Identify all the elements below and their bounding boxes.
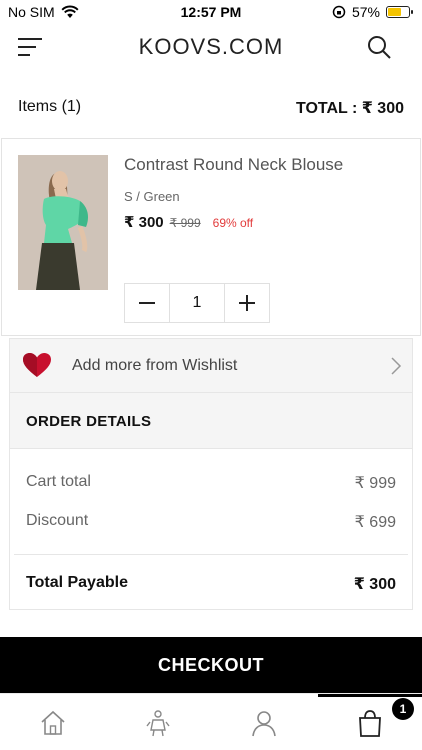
active-tab-indicator — [318, 694, 422, 697]
divider — [14, 554, 408, 555]
add-from-wishlist-row[interactable]: Add more from Wishlist — [9, 338, 413, 392]
profile-icon[interactable] — [249, 708, 279, 738]
order-row-cart-total: Cart total ₹ 999 — [26, 473, 396, 492]
wishlist-label: Add more from Wishlist — [72, 357, 238, 374]
cart-summary: Items (1) TOTAL : ₹ 300 — [0, 92, 422, 122]
product-mrp: ₹ 999 — [169, 216, 201, 230]
status-right: 57% — [332, 4, 413, 20]
status-bar: No SIM 12:57 PM 57% — [0, 0, 422, 24]
bottom-nav — [0, 693, 422, 750]
orientation-lock-icon — [332, 5, 346, 19]
order-details-title: ORDER DETAILS — [10, 393, 412, 449]
bag-icon[interactable] — [355, 708, 385, 738]
home-icon[interactable] — [38, 708, 68, 738]
minus-icon — [139, 302, 155, 304]
order-row-label: Cart total — [26, 473, 91, 490]
brand-logo[interactable]: KOOVS.COM — [0, 34, 422, 60]
product-price: ₹ 300 — [124, 214, 164, 231]
battery-percent: 57% — [351, 4, 380, 20]
order-row-value: ₹ 999 — [354, 475, 396, 492]
product-image[interactable] — [18, 155, 108, 290]
total-payable-row: Total Payable ₹ 300 — [26, 574, 396, 593]
chevron-right-icon — [391, 357, 402, 375]
heart-icon — [23, 353, 51, 377]
product-photo-illustration — [18, 155, 108, 290]
total-payable-value: ₹ 300 — [353, 576, 396, 593]
quantity-stepper: 1 — [124, 283, 270, 323]
price-row: ₹ 300 ₹ 999 69% off — [124, 213, 253, 231]
cart-count-badge: 1 — [392, 698, 414, 720]
search-icon[interactable] — [366, 34, 392, 60]
order-row-discount: Discount ₹ 699 — [26, 512, 396, 531]
discount-badge: 69% off — [212, 216, 254, 230]
order-row-label: Discount — [26, 512, 89, 529]
battery-fill — [388, 8, 401, 16]
order-row-value: ₹ 699 — [354, 514, 396, 531]
lookbook-icon[interactable] — [143, 708, 173, 738]
items-count: Items (1) — [18, 98, 82, 115]
plus-icon — [239, 295, 255, 311]
decrease-quantity-button[interactable] — [125, 284, 169, 322]
increase-quantity-button[interactable] — [225, 284, 269, 322]
total-payable-label: Total Payable — [26, 574, 128, 591]
quantity-value: 1 — [169, 284, 225, 322]
cart-total: TOTAL : ₹ 300 — [295, 100, 404, 117]
cart-item-card: Contrast Round Neck Blouse S / Green ₹ 3… — [1, 138, 421, 336]
product-title[interactable]: Contrast Round Neck Blouse — [124, 155, 343, 175]
product-variant: S / Green — [124, 189, 180, 204]
checkout-button[interactable]: CHECKOUT — [0, 637, 422, 693]
battery-icon — [386, 6, 413, 18]
app-header: KOOVS.COM — [0, 24, 422, 72]
order-details: ORDER DETAILS Cart total ₹ 999 Discount … — [9, 392, 413, 610]
